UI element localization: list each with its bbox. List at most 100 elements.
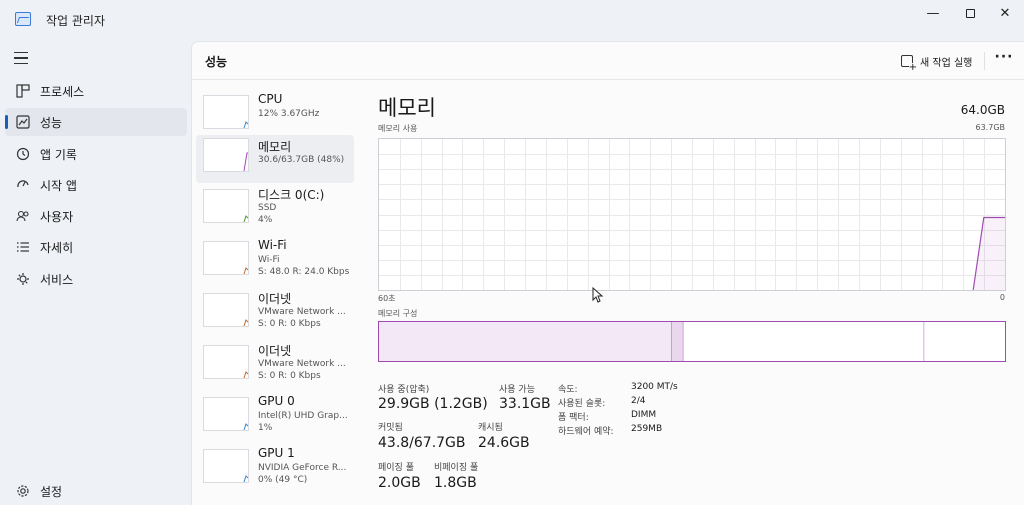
- device-sparkline: [243, 371, 249, 379]
- device-detail: 30.6/63.7GB (48%): [258, 155, 345, 165]
- sidebar-item-label: 사용자: [40, 209, 74, 224]
- close-button[interactable]: ✕: [982, 0, 1024, 26]
- device-detail-secondary: 1%: [258, 423, 273, 433]
- device-name: 이더넷: [258, 344, 292, 358]
- composition-graph: [379, 322, 1005, 361]
- stat-value-committed: 43.8/67.7GB: [378, 435, 466, 451]
- device-thumbnail: [203, 138, 249, 172]
- spec-value-slots: 2/4: [631, 396, 646, 406]
- device-detail: Wi-Fi: [258, 255, 280, 265]
- memory-composition-bar: [378, 321, 1006, 362]
- device-item-gpu-1[interactable]: GPU 1 NVIDIA GeForce R... 0% (49 °C): [196, 446, 354, 494]
- stat-value-nonpaged-pool: 1.8GB: [434, 475, 477, 491]
- stat-value-paged-pool: 2.0GB: [378, 475, 421, 491]
- device-detail-secondary: S: 0 R: 0 Kbps: [258, 371, 321, 381]
- device-item-wifi[interactable]: Wi-Fi Wi-Fi S: 48.0 R: 24.0 Kbps: [196, 238, 354, 286]
- device-name: GPU 1: [258, 446, 295, 460]
- device-name: 메모리: [258, 140, 292, 154]
- composition-free: [923, 322, 1005, 361]
- composition-standby: [683, 322, 924, 361]
- sidebar-item-label: 설정: [40, 484, 63, 499]
- device-item-cpu[interactable]: CPU 12% 3.67GHz: [196, 92, 354, 140]
- device-thumbnail: [203, 449, 249, 483]
- window-title: 작업 관리자: [46, 14, 106, 28]
- device-detail: Intel(R) UHD Grap...: [258, 411, 348, 421]
- spec-key-hardware-reserved: 하드웨어 예약:: [558, 427, 614, 437]
- device-item-ethernet-2[interactable]: 이더넷 VMware Network ... S: 0 R: 0 Kbps: [196, 342, 354, 390]
- device-sparkline: [243, 319, 249, 327]
- sidebar-item-settings[interactable]: 설정: [5, 477, 187, 505]
- processes-icon: [15, 83, 31, 99]
- mouse-cursor-icon: [592, 287, 604, 303]
- chart-axis-left: 60초: [378, 294, 396, 303]
- run-new-task-label: 새 작업 실행: [920, 57, 973, 69]
- detail-title: 메모리: [378, 96, 436, 120]
- memory-composition-label: 메모리 구성: [378, 309, 418, 318]
- device-thumbnail: [203, 345, 249, 379]
- sidebar-item-startup-apps[interactable]: 시작 앱: [5, 171, 187, 199]
- device-thumbnail: [203, 189, 249, 223]
- device-name: GPU 0: [258, 394, 295, 408]
- device-thumbnail: [203, 293, 249, 327]
- device-detail: VMware Network ...: [258, 307, 346, 317]
- sidebar-item-app-history[interactable]: 앱 기록: [5, 140, 187, 168]
- main-header: 성능 새 작업 실행 ···: [192, 42, 1024, 80]
- device-sparkline: [243, 267, 249, 275]
- memory-usage-graph: [379, 139, 1005, 291]
- startup-icon: [15, 177, 31, 193]
- device-sparkline: [243, 423, 249, 431]
- title-bar: 작업 관리자 — ✕: [0, 0, 1024, 40]
- sidebar-item-details[interactable]: 자세히: [5, 233, 187, 261]
- device-detail: 12% 3.67GHz: [258, 109, 320, 119]
- sidebar-item-label: 시작 앱: [40, 178, 77, 193]
- composition-in-use: [379, 322, 672, 361]
- stat-label-paged-pool: 페이징 풀: [378, 463, 414, 473]
- device-item-memory[interactable]: 메모리 30.6/63.7GB (48%): [196, 135, 354, 183]
- device-detail: SSD: [258, 203, 277, 213]
- spec-key-speed: 속도:: [558, 385, 578, 395]
- device-item-disk[interactable]: 디스크 0(C:) SSD 4%: [196, 186, 354, 234]
- device-name: 디스크 0(C:): [258, 188, 325, 202]
- device-sparkline: [243, 152, 248, 172]
- sidebar-item-users[interactable]: 사용자: [5, 202, 187, 230]
- device-name: Wi-Fi: [258, 238, 287, 252]
- memory-total: 64.0GB: [960, 103, 1005, 117]
- history-icon: [15, 146, 31, 162]
- spec-key-slots: 사용된 슬롯:: [558, 399, 606, 409]
- sidebar-item-performance[interactable]: 성능: [5, 108, 187, 136]
- sidebar-item-label: 서비스: [40, 272, 74, 287]
- device-detail-secondary: 4%: [258, 215, 273, 225]
- stat-label-in-use: 사용 중(압축): [378, 385, 430, 395]
- device-sparkline: [243, 475, 249, 483]
- device-thumbnail: [203, 95, 249, 129]
- device-name: 이더넷: [258, 292, 292, 306]
- spec-value-form-factor: DIMM: [631, 410, 657, 420]
- users-icon: [15, 208, 31, 224]
- chart-axis-right: 0: [999, 293, 1005, 302]
- performance-icon: [15, 114, 31, 130]
- hamburger-menu-icon[interactable]: [14, 52, 28, 64]
- device-sparkline: [243, 215, 249, 223]
- stat-value-available: 33.1GB: [499, 396, 551, 412]
- sidebar-item-processes[interactable]: 프로세스: [5, 77, 187, 105]
- composition-modified: [671, 322, 684, 361]
- device-thumbnail: [203, 397, 249, 431]
- stat-label-cached: 캐시됨: [478, 423, 503, 433]
- gear-icon: [15, 483, 31, 499]
- header-divider: [984, 52, 985, 70]
- device-detail: NVIDIA GeForce R...: [258, 463, 347, 473]
- sidebar-item-services[interactable]: 서비스: [5, 265, 187, 293]
- maximize-icon: [965, 8, 975, 18]
- new-task-icon: [901, 55, 917, 72]
- device-item-gpu-0[interactable]: GPU 0 Intel(R) UHD Grap... 1%: [196, 394, 354, 442]
- device-thumbnail: [203, 241, 249, 275]
- device-item-ethernet-1[interactable]: 이더넷 VMware Network ... S: 0 R: 0 Kbps: [196, 290, 354, 338]
- more-options-button[interactable]: ···: [992, 49, 1016, 71]
- services-icon: [15, 271, 31, 287]
- run-new-task-button[interactable]: 새 작업 실행: [901, 52, 973, 72]
- spec-value-hardware-reserved: 259MB: [631, 424, 663, 434]
- stat-label-committed: 커밋됨: [378, 423, 403, 433]
- spec-key-form-factor: 폼 팩터:: [558, 413, 589, 423]
- device-sparkline: [243, 121, 249, 129]
- stat-value-cached: 24.6GB: [478, 435, 530, 451]
